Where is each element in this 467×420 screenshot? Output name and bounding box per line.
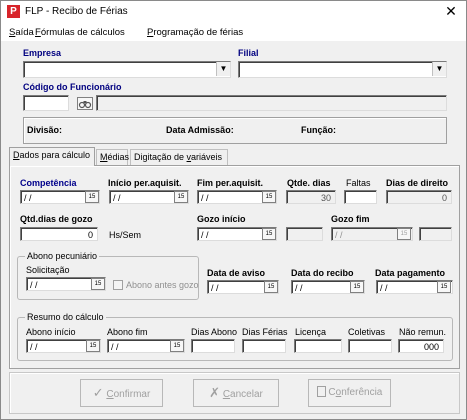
cancel-x-icon: ✗ bbox=[209, 385, 221, 400]
tab-dados-para-calculo[interactable]: Dados para cálculo bbox=[9, 147, 95, 166]
menu-formulas[interactable]: Fórmulas de cálculos bbox=[35, 27, 125, 38]
calendar-icon[interactable]: 15 bbox=[264, 281, 278, 293]
data-aviso-label: Data de aviso bbox=[207, 268, 266, 278]
data-recibo-value: / / bbox=[295, 283, 303, 293]
calendar-icon[interactable]: 15 bbox=[262, 191, 276, 203]
abono-inicio-label: Abono início bbox=[26, 327, 76, 337]
gozo-fim-extra-field bbox=[419, 227, 452, 241]
faltas-label: Faltas bbox=[346, 178, 371, 188]
qtd-dias-gozo-input[interactable]: 0 bbox=[20, 227, 98, 241]
calendar-icon[interactable]: 15 bbox=[86, 340, 100, 352]
checkmark-icon: ✓ bbox=[92, 385, 104, 400]
close-icon[interactable]: ✕ bbox=[437, 1, 465, 23]
nao-remun-field[interactable]: 000 bbox=[398, 339, 444, 353]
gozo-fim-label: Gozo fim bbox=[331, 214, 370, 224]
dias-direito-field: 0 bbox=[386, 190, 452, 204]
dias-abono-field[interactable] bbox=[191, 339, 235, 353]
abono-inicio-value: / / bbox=[30, 342, 38, 352]
calculator-icon bbox=[316, 386, 326, 397]
cancelar-button[interactable]: ✗ Cancelar bbox=[193, 379, 279, 407]
conferencia-button[interactable]: Conferência bbox=[308, 379, 391, 407]
hs-sem-label: Hs/Sem bbox=[109, 230, 142, 240]
fim-periodo-value: / / bbox=[201, 193, 209, 203]
inicio-periodo-label: Início per.aquisit. bbox=[108, 178, 182, 188]
chevron-down-icon[interactable]: ▼ bbox=[432, 62, 446, 76]
qtd-dias-gozo-label: Qtd.dias de gozo bbox=[20, 214, 93, 224]
inicio-periodo-value: / / bbox=[113, 193, 121, 203]
recibo-ferias-window: P FLP - Recibo de Férias ✕ Saída Fórmula… bbox=[0, 0, 467, 420]
abono-antes-gozo-checkbox[interactable] bbox=[113, 280, 123, 290]
licenca-label: Licença bbox=[295, 327, 327, 337]
abono-antes-gozo-label: Abono antes gozo bbox=[126, 280, 199, 290]
resumo-calculo-title: Resumo do cálculo bbox=[25, 312, 106, 322]
calendar-icon[interactable]: 15 bbox=[350, 281, 364, 293]
calendar-icon[interactable]: 15 bbox=[437, 281, 451, 293]
dias-direito-label: Dias de direito bbox=[386, 178, 449, 188]
tab-medias[interactable]: Médias bbox=[96, 149, 129, 165]
filial-label: Filial bbox=[238, 48, 259, 58]
abono-fim-value: / / bbox=[111, 342, 119, 352]
dias-ferias-field[interactable] bbox=[242, 339, 286, 353]
funcionario-nome-field bbox=[96, 95, 447, 111]
data-admissao-label: Data Admissão: bbox=[166, 125, 234, 135]
search-binoculars-icon[interactable] bbox=[77, 97, 93, 110]
window-title: FLP - Recibo de Férias bbox=[25, 6, 128, 17]
abono-pecuniario-title: Abono pecuniário bbox=[25, 251, 100, 261]
title-bar: P FLP - Recibo de Férias ✕ bbox=[1, 1, 466, 23]
faltas-input[interactable] bbox=[344, 190, 377, 204]
calendar-icon[interactable]: 15 bbox=[170, 340, 184, 352]
competencia-value: / / bbox=[24, 193, 32, 203]
empresa-label: Empresa bbox=[23, 48, 62, 58]
calendar-icon: 15 bbox=[397, 228, 411, 240]
app-logo-icon: P bbox=[7, 5, 20, 18]
dias-abono-label: Dias Abono bbox=[191, 327, 238, 337]
calendar-icon[interactable]: 15 bbox=[262, 228, 276, 240]
data-aviso-value: / / bbox=[211, 283, 219, 293]
menu-saida[interactable]: Saída bbox=[9, 27, 34, 38]
solicitacao-value: / / bbox=[30, 280, 38, 290]
codigo-funcionario-label: Código do Funcionário bbox=[23, 82, 122, 92]
divisao-label: Divisão: bbox=[27, 125, 63, 135]
nao-remun-label: Não remun. bbox=[399, 327, 447, 337]
codigo-funcionario-input[interactable] bbox=[23, 95, 69, 111]
empresa-select[interactable]: ▼ bbox=[23, 61, 231, 78]
gozo-inicio-extra-field bbox=[286, 227, 323, 241]
solicitacao-label: Solicitação bbox=[26, 265, 70, 275]
chevron-down-icon[interactable]: ▼ bbox=[216, 62, 230, 76]
qtde-dias-field: 30 bbox=[286, 190, 336, 204]
funcao-label: Função: bbox=[301, 125, 336, 135]
licenca-field[interactable] bbox=[294, 339, 342, 353]
confirmar-button[interactable]: ✓ Confirmar bbox=[80, 379, 163, 407]
abono-fim-label: Abono fim bbox=[107, 327, 148, 337]
calendar-icon[interactable]: 15 bbox=[85, 191, 99, 203]
qtde-dias-label: Qtde. dias bbox=[287, 178, 331, 188]
funcionario-info-panel bbox=[23, 117, 447, 144]
competencia-label: Competência bbox=[20, 178, 77, 188]
gozo-inicio-value: / / bbox=[201, 230, 209, 240]
dias-ferias-label: Dias Férias bbox=[242, 327, 288, 337]
gozo-inicio-label: Gozo início bbox=[197, 214, 246, 224]
calendar-icon[interactable]: 15 bbox=[174, 191, 188, 203]
calendar-icon[interactable]: 15 bbox=[91, 278, 105, 290]
filial-select[interactable]: ▼ bbox=[238, 61, 447, 78]
data-pagamento-label: Data pagamento bbox=[375, 268, 446, 278]
gozo-fim-value: / / bbox=[335, 230, 343, 240]
menu-programacao[interactable]: Programação de férias bbox=[147, 27, 243, 38]
coletivas-label: Coletivas bbox=[348, 327, 386, 337]
menu-bar: Saída Fórmulas de cálculos Programação d… bbox=[1, 23, 466, 41]
data-recibo-label: Data do recibo bbox=[291, 268, 354, 278]
data-pagamento-value: / / bbox=[380, 283, 388, 293]
fim-periodo-label: Fim per.aquisit. bbox=[197, 178, 264, 188]
tab-digitacao-variaveis[interactable]: Digitação de variáveis bbox=[130, 149, 228, 165]
coletivas-field[interactable] bbox=[348, 339, 392, 353]
